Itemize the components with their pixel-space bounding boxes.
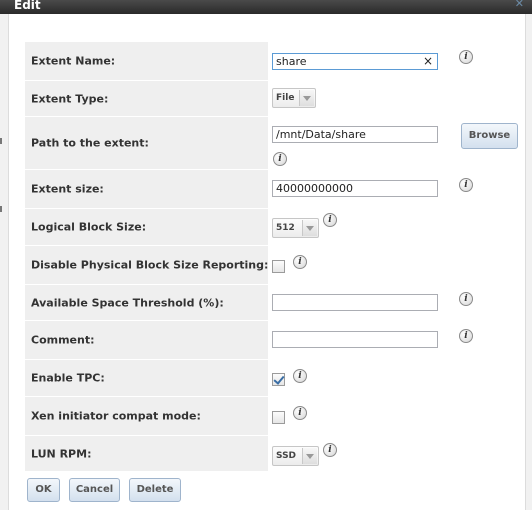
ok-button[interactable]: OK xyxy=(27,478,60,502)
field-label: Path to the extent: xyxy=(25,117,268,169)
field-label: LUN RPM: xyxy=(25,436,268,471)
field-row-space-threshold: Available Space Threshold (%): i xyxy=(25,285,525,320)
info-icon[interactable]: i xyxy=(459,292,473,306)
field-value: i xyxy=(268,360,525,396)
background-fragment xyxy=(0,138,6,144)
background-page-right xyxy=(525,14,532,510)
close-icon[interactable]: ✕ xyxy=(515,0,524,10)
browse-button[interactable]: Browse xyxy=(461,123,518,149)
background-page-left xyxy=(0,14,9,510)
comment-input[interactable] xyxy=(272,331,438,348)
dialog-titlebar: Edit ✕ xyxy=(0,0,532,14)
lun-rpm-select[interactable]: SSD xyxy=(272,446,319,466)
field-label: Enable TPC: xyxy=(25,360,268,396)
field-value: File xyxy=(268,81,525,116)
field-value: i xyxy=(268,246,525,284)
field-row-extent-type: Extent Type: File xyxy=(25,81,525,116)
extent-size-value: 40000000000 xyxy=(276,182,353,195)
clear-icon[interactable]: × xyxy=(423,54,433,68)
field-label: Logical Block Size: xyxy=(25,209,268,245)
field-row-path: Path to the extent: /mnt/Data/share Brow… xyxy=(25,117,525,169)
field-row-extent-size: Extent size: 40000000000 i xyxy=(25,170,525,208)
cancel-button[interactable]: Cancel xyxy=(69,478,120,502)
field-row-disable-physical: Disable Physical Block Size Reporting: i xyxy=(25,246,525,284)
extent-size-input[interactable]: 40000000000 xyxy=(272,180,438,197)
field-label: Xen initiator compat mode: xyxy=(25,397,268,435)
field-label: Extent Type: xyxy=(25,81,268,116)
field-row-extent-name: Extent Name: share × i xyxy=(25,42,525,80)
field-label: Disable Physical Block Size Reporting: xyxy=(25,246,268,284)
background-fragment xyxy=(0,206,6,212)
info-icon[interactable]: i xyxy=(459,50,473,64)
delete-button[interactable]: Delete xyxy=(129,478,181,502)
info-icon[interactable]: i xyxy=(273,152,287,166)
field-value: i xyxy=(268,321,525,359)
info-icon[interactable]: i xyxy=(459,178,473,192)
extent-type-value: File xyxy=(276,93,295,103)
field-value: SSD i xyxy=(268,436,525,471)
field-row-comment: Comment: i xyxy=(25,321,525,359)
field-label: Extent size: xyxy=(25,170,268,208)
field-row-logical-block-size: Logical Block Size: 512 i xyxy=(25,209,525,245)
path-input[interactable]: /mnt/Data/share xyxy=(272,126,438,143)
space-threshold-input[interactable] xyxy=(272,294,438,311)
info-icon[interactable]: i xyxy=(323,443,337,457)
field-value: share × i xyxy=(268,42,525,80)
field-row-xen-compat: Xen initiator compat mode: i xyxy=(25,397,525,435)
extent-type-select[interactable]: File xyxy=(272,88,316,108)
dialog-title: Edit xyxy=(14,0,41,12)
logical-block-size-select[interactable]: 512 xyxy=(272,218,319,238)
field-value: /mnt/Data/share Browse i xyxy=(268,117,525,169)
path-value: /mnt/Data/share xyxy=(276,128,366,141)
info-icon[interactable]: i xyxy=(459,329,473,343)
disable-physical-checkbox[interactable] xyxy=(272,260,285,273)
enable-tpc-checkbox[interactable] xyxy=(272,373,285,386)
logical-block-size-value: 512 xyxy=(276,223,295,233)
xen-compat-checkbox[interactable] xyxy=(272,411,285,424)
extent-name-value: share xyxy=(276,55,307,68)
extent-name-input[interactable]: share × xyxy=(272,53,438,70)
info-icon[interactable]: i xyxy=(293,406,307,420)
info-icon[interactable]: i xyxy=(323,213,337,227)
info-icon[interactable]: i xyxy=(293,255,307,269)
field-row-enable-tpc: Enable TPC: i xyxy=(25,360,525,396)
info-icon[interactable]: i xyxy=(293,369,307,383)
field-value: i xyxy=(268,285,525,320)
field-row-lun-rpm: LUN RPM: SSD i xyxy=(25,436,525,471)
lun-rpm-value: SSD xyxy=(276,451,297,461)
chevron-down-icon[interactable] xyxy=(302,220,317,236)
chevron-down-icon[interactable] xyxy=(302,448,317,464)
field-label: Available Space Threshold (%): xyxy=(25,285,268,320)
field-label: Comment: xyxy=(25,321,268,359)
field-value: 512 i xyxy=(268,209,525,245)
field-label: Extent Name: xyxy=(25,42,268,80)
field-value: 40000000000 i xyxy=(268,170,525,208)
chevron-down-icon[interactable] xyxy=(299,90,314,106)
field-value: i xyxy=(268,397,525,435)
